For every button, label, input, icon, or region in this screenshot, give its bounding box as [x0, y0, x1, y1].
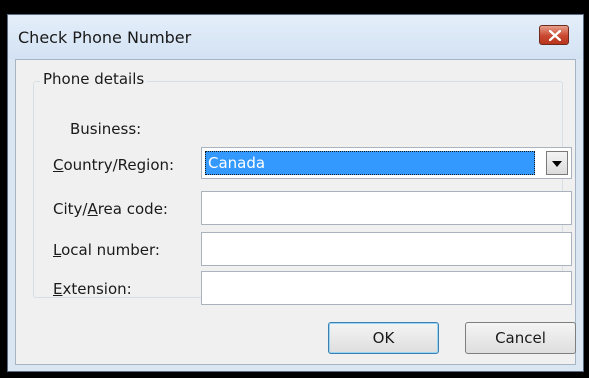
- country-region-label: Country/Region:: [53, 156, 174, 174]
- extension-label: Extension:: [53, 280, 132, 298]
- country-region-combobox[interactable]: Canada: [201, 147, 572, 179]
- title-bar[interactable]: Check Phone Number: [8, 15, 583, 59]
- check-phone-number-dialog: Check Phone Number Phone details Busines…: [7, 14, 584, 372]
- chevron-down-icon: [552, 161, 562, 167]
- country-label-rest: ountry/Region:: [63, 156, 175, 174]
- country-mnemonic: C: [53, 156, 64, 174]
- close-x-icon: [549, 30, 561, 41]
- local-mnemonic: L: [53, 241, 62, 259]
- city-mnemonic: A: [87, 200, 98, 218]
- cancel-button[interactable]: Cancel: [465, 322, 576, 354]
- dropdown-button[interactable]: [546, 151, 568, 175]
- dialog-title: Check Phone Number: [18, 28, 192, 47]
- local-number-input[interactable]: [201, 232, 572, 266]
- local-number-label: Local number:: [53, 241, 160, 259]
- dialog-body: Phone details Business: Country/Region: …: [15, 59, 576, 365]
- city-label-post: rea code:: [97, 200, 168, 218]
- extension-input[interactable]: [201, 271, 572, 305]
- city-area-code-label: City/Area code:: [53, 200, 168, 218]
- business-label: Business:: [70, 120, 142, 138]
- group-title: Phone details: [40, 70, 148, 88]
- country-region-value[interactable]: Canada: [205, 151, 535, 175]
- extension-label-post: xtension:: [62, 280, 132, 298]
- local-label-post: ocal number:: [61, 241, 160, 259]
- city-label-pre: City/: [53, 200, 88, 218]
- close-button[interactable]: [539, 25, 569, 45]
- ok-button[interactable]: OK: [328, 322, 439, 354]
- city-area-code-input[interactable]: [201, 191, 572, 225]
